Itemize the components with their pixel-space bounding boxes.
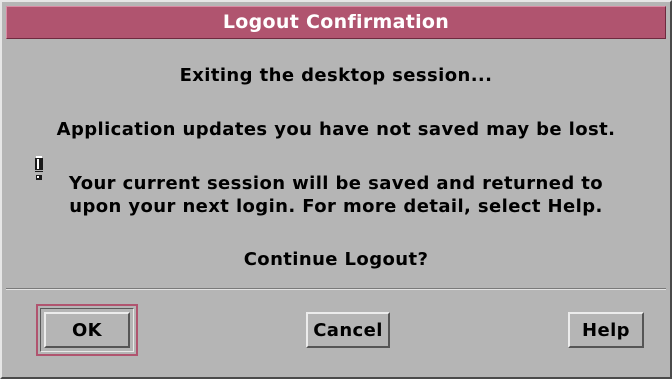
exclamation-icon [35, 156, 43, 180]
cancel-button[interactable]: Cancel [306, 312, 390, 348]
message-exiting: Exiting the desktop session... [179, 65, 493, 86]
dialog-message-area: Exiting the desktop session... Applicati… [6, 42, 666, 282]
message-session-saved-line1: Your current session will be saved and r… [68, 173, 604, 194]
dialog-separator [6, 288, 666, 290]
logout-confirmation-dialog: Logout Confirmation Exiting the desktop … [0, 0, 672, 379]
message-session-saved-line2: upon your next login. For more detail, s… [69, 196, 603, 217]
ok-button[interactable]: OK [44, 312, 130, 348]
message-unsaved-warning: Application updates you have not saved m… [56, 119, 616, 140]
dialog-title-bar[interactable]: Logout Confirmation [6, 6, 666, 39]
dialog-title: Logout Confirmation [222, 11, 450, 33]
message-continue-prompt: Continue Logout? [243, 249, 429, 270]
help-button[interactable]: Help [568, 312, 644, 348]
